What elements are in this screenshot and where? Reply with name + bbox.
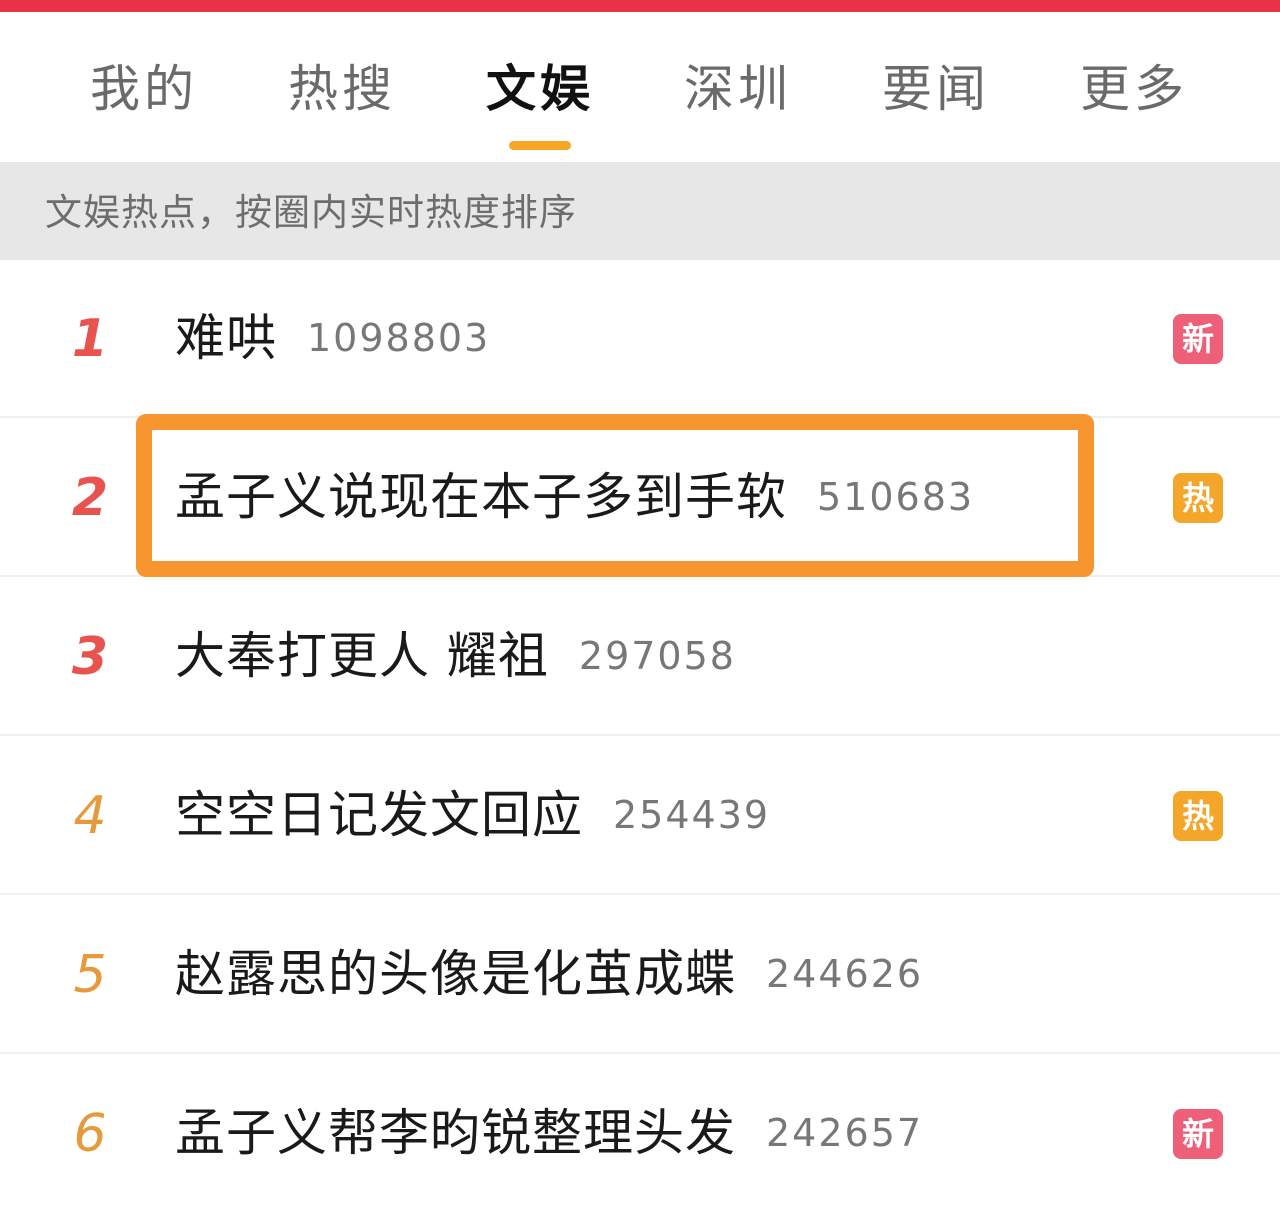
tab-more[interactable]: 更多 bbox=[1054, 54, 1214, 124]
topic-title[interactable]: 赵露思的头像是化茧成蝶 244626 bbox=[175, 942, 923, 1006]
rank-number: 4 bbox=[73, 786, 107, 846]
heat-value: 242657 bbox=[766, 1111, 924, 1155]
topic-text: 大奉打更人 耀祖 bbox=[175, 627, 549, 685]
list-item[interactable]: 6 孟子义帮李昀锐整理头发 242657 新 bbox=[0, 1055, 1280, 1213]
list-item[interactable]: 5 赵露思的头像是化茧成蝶 244626 bbox=[0, 896, 1280, 1054]
tab-hot-search[interactable]: 热搜 bbox=[262, 54, 422, 124]
list-item[interactable]: 4 空空日记发文回应 254439 热 bbox=[0, 737, 1280, 895]
tab-mine[interactable]: 我的 bbox=[64, 54, 224, 124]
topic-title[interactable]: 孟子义帮李昀锐整理头发 242657 bbox=[175, 1101, 923, 1165]
hint-text: 文娱热点，按圈内实时热度排序 bbox=[45, 191, 577, 234]
tab-headlines[interactable]: 要闻 bbox=[856, 54, 1016, 124]
highlight-annotation-box bbox=[136, 414, 1094, 577]
topic-text: 难哄 bbox=[175, 309, 277, 367]
topic-title[interactable]: 难哄 1098803 bbox=[175, 306, 490, 370]
new-badge: 新 bbox=[1173, 314, 1223, 364]
list-item[interactable]: 3 大奉打更人 耀祖 297058 bbox=[0, 578, 1280, 736]
rank-number: 2 bbox=[71, 468, 109, 528]
tab-entertainment[interactable]: 文娱 bbox=[460, 54, 620, 124]
hot-badge: 热 bbox=[1173, 473, 1223, 523]
topic-text: 空空日记发文回应 bbox=[175, 786, 583, 844]
rank-number: 3 bbox=[71, 627, 109, 687]
active-tab-indicator bbox=[509, 141, 571, 150]
rank-number: 1 bbox=[71, 309, 109, 369]
heat-value: 244626 bbox=[766, 952, 924, 996]
trending-list: 1 难哄 1098803 新 2 孟子义说现在本子多到手软 510683 热 3 大… bbox=[0, 260, 1280, 1190]
heat-value: 254439 bbox=[613, 793, 771, 837]
top-accent-bar bbox=[0, 0, 1280, 12]
topic-title[interactable]: 大奉打更人 耀祖 297058 bbox=[175, 624, 736, 688]
new-badge: 新 bbox=[1173, 1109, 1223, 1159]
heat-value: 297058 bbox=[578, 634, 736, 678]
category-tabs: 我的 热搜 文娱 深圳 要闻 更多 bbox=[0, 12, 1280, 162]
rank-number: 6 bbox=[73, 1104, 107, 1164]
list-item[interactable]: 1 难哄 1098803 新 bbox=[0, 260, 1280, 418]
heat-value: 1098803 bbox=[307, 316, 491, 360]
topic-text: 赵露思的头像是化茧成蝶 bbox=[175, 945, 736, 1003]
tab-shenzhen[interactable]: 深圳 bbox=[658, 54, 818, 124]
rank-number: 5 bbox=[73, 945, 107, 1005]
hot-badge: 热 bbox=[1173, 791, 1223, 841]
topic-title[interactable]: 空空日记发文回应 254439 bbox=[175, 783, 770, 847]
topic-text: 孟子义帮李昀锐整理头发 bbox=[175, 1104, 736, 1162]
